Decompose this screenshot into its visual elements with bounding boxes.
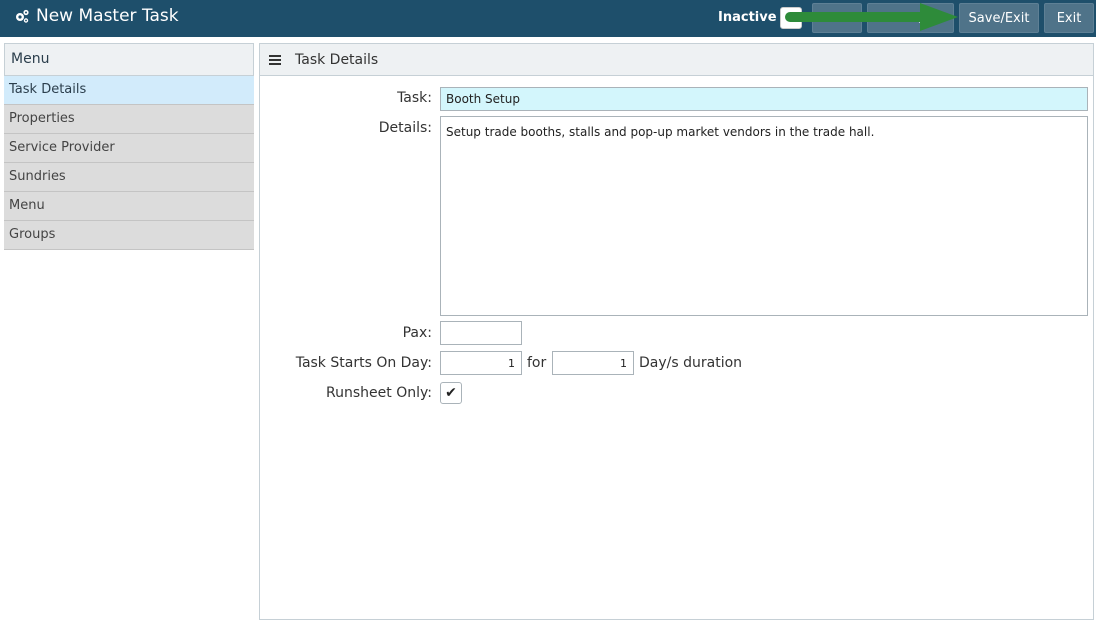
runsheet-label: Runsheet Only: xyxy=(326,385,432,401)
task-label: Task: xyxy=(397,90,432,106)
task-details-panel: Task Details Task: Booth Setup Details: … xyxy=(259,43,1094,620)
menu-item-sundries[interactable]: Sundries xyxy=(4,163,254,192)
details-textarea[interactable]: Setup trade booths, stalls and pop-up ma… xyxy=(440,116,1088,316)
hamburger-icon[interactable] xyxy=(269,54,281,65)
side-menu: Menu Task Details Properties Service Pro… xyxy=(4,43,254,250)
arrow-right-icon xyxy=(785,3,958,31)
menu-item-menu[interactable]: Menu xyxy=(4,192,254,221)
top-bar: New Master Task Inactive Save Save/+ Sav… xyxy=(0,0,1096,37)
menu-item-groups[interactable]: Groups xyxy=(4,221,254,250)
panel-title: Task Details xyxy=(295,51,379,68)
cogs-icon xyxy=(16,9,29,23)
exit-button[interactable]: Exit xyxy=(1044,3,1094,33)
panel-header: Task Details xyxy=(260,44,1093,76)
menu-item-properties[interactable]: Properties xyxy=(4,105,254,134)
runsheet-checkbox[interactable]: ✔ xyxy=(440,382,462,404)
pax-input[interactable] xyxy=(440,321,522,345)
duration-input[interactable]: 1 xyxy=(552,351,634,375)
page-title: New Master Task xyxy=(14,6,179,26)
duration-label: Day/s duration xyxy=(639,355,743,371)
inactive-label: Inactive xyxy=(718,10,777,25)
save-exit-button[interactable]: Save/Exit xyxy=(959,3,1039,33)
menu-title: Menu xyxy=(4,43,254,76)
start-day-label: Task Starts On Day: xyxy=(295,355,432,371)
start-day-input[interactable]: 1 xyxy=(440,351,522,375)
page-title-text: New Master Task xyxy=(36,6,179,26)
check-icon: ✔ xyxy=(445,385,457,401)
menu-item-service-provider[interactable]: Service Provider xyxy=(4,134,254,163)
menu-item-task-details[interactable]: Task Details xyxy=(4,76,254,105)
pax-label: Pax: xyxy=(402,325,432,341)
details-label: Details: xyxy=(378,120,432,136)
task-input[interactable]: Booth Setup xyxy=(440,87,1088,111)
for-label: for xyxy=(527,355,547,371)
